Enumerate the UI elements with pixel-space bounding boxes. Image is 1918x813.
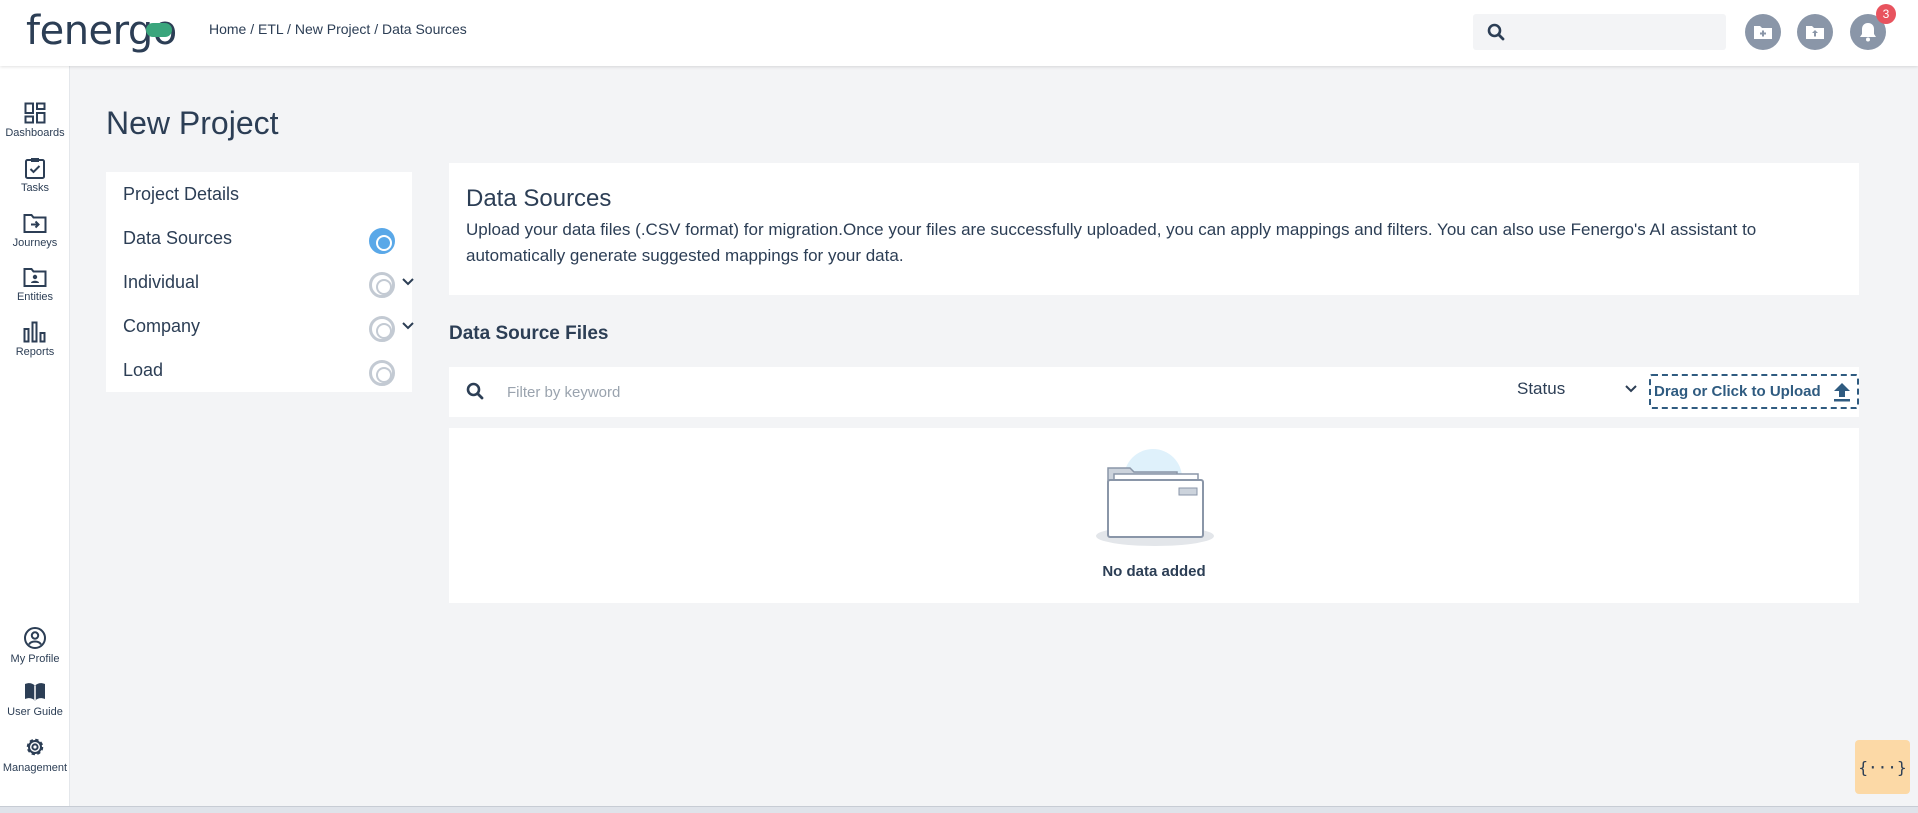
- sidebar-item-user-guide[interactable]: User Guide: [0, 681, 70, 731]
- sidebar-item-label: My Profile: [10, 653, 60, 665]
- keyword-filter-input[interactable]: [507, 380, 1207, 404]
- sidebar-item-tasks[interactable]: Tasks: [0, 157, 70, 207]
- dashboard-icon: [24, 102, 46, 124]
- data-sources-title: Data Sources: [466, 185, 612, 212]
- step-status-active-icon: [369, 228, 395, 254]
- step-status-pending-icon: [369, 316, 395, 342]
- step-project-details[interactable]: Project Details: [123, 184, 403, 208]
- sidebar-item-label: Entities: [16, 291, 54, 303]
- code-view-button[interactable]: {···}: [1855, 740, 1910, 794]
- project-steps-panel: Project Details Data Sources Individual …: [106, 172, 414, 392]
- sidebar-item-label: User Guide: [7, 706, 63, 718]
- sidebar-item-dashboards[interactable]: Dashboards: [0, 102, 70, 152]
- top-header: fenergo Home / ETL / New Project / Data …: [0, 0, 1918, 66]
- step-label: Company: [123, 316, 201, 336]
- sidebar-item-journeys[interactable]: Journeys: [0, 212, 70, 262]
- sidebar-item-label: Tasks: [20, 182, 50, 194]
- data-source-files-title: Data Source Files: [449, 323, 609, 344]
- empty-state-message: No data added: [1102, 563, 1206, 580]
- step-label: Data Sources: [123, 228, 233, 248]
- data-sources-card: Data Sources Upload your data files (.CS…: [449, 163, 1859, 295]
- search-input[interactable]: [1513, 20, 1713, 44]
- breadcrumb[interactable]: Home / ETL / New Project / Data Sources: [209, 21, 467, 37]
- upload-button-label: Drag or Click to Upload: [1654, 383, 1821, 400]
- profile-icon: [24, 627, 46, 649]
- logo-mark-icon: [146, 23, 172, 37]
- step-status-pending-icon: [369, 272, 395, 298]
- step-label: Project Details: [123, 184, 240, 204]
- step-load[interactable]: Load: [123, 360, 403, 386]
- chevron-down-icon[interactable]: [402, 322, 414, 330]
- notification-badge: 3: [1876, 4, 1896, 24]
- step-data-sources[interactable]: Data Sources: [123, 228, 403, 254]
- sidebar-item-reports[interactable]: Reports: [0, 321, 70, 371]
- step-individual[interactable]: Individual: [123, 272, 414, 298]
- sidebar-item-label: Dashboards: [5, 127, 65, 139]
- global-search[interactable]: [1473, 14, 1726, 50]
- folder-upload-icon: [1806, 26, 1824, 39]
- data-sources-description: Upload your data files (.CSV format) for…: [466, 220, 1757, 265]
- sidebar-item-label: Reports: [15, 346, 55, 358]
- empty-folder-illustration: [1096, 449, 1214, 546]
- status-dropdown-label: Status: [1517, 379, 1566, 398]
- sidebar-item-label: Management: [2, 762, 68, 774]
- entities-icon: [23, 268, 47, 287]
- user-guide-icon: [25, 683, 45, 701]
- new-folder-button[interactable]: [1745, 14, 1781, 50]
- chevron-down-icon: [1625, 385, 1637, 393]
- files-filter-bar: Status Drag or Click to Upload: [449, 367, 1859, 417]
- search-icon: [1487, 23, 1505, 41]
- gear-icon: [26, 738, 44, 756]
- step-company[interactable]: Company: [123, 316, 414, 342]
- search-icon: [466, 382, 484, 400]
- page-title: New Project: [106, 105, 279, 141]
- journeys-icon: [23, 214, 47, 233]
- upload-arrow-icon: [1834, 383, 1850, 402]
- chevron-down-icon[interactable]: [402, 278, 414, 286]
- files-empty-state: No data added: [449, 428, 1859, 603]
- bell-icon: [1860, 23, 1876, 42]
- reports-icon: [23, 321, 46, 343]
- status-dropdown[interactable]: Status: [1517, 379, 1637, 405]
- tasks-icon: [25, 158, 45, 179]
- upload-folder-button[interactable]: [1797, 14, 1833, 50]
- step-status-pending-icon: [369, 360, 395, 386]
- folder-add-icon: [1754, 26, 1772, 39]
- sidebar-item-entities[interactable]: Entities: [0, 266, 70, 316]
- step-label: Individual: [123, 272, 200, 292]
- sidebar-item-management[interactable]: Management: [0, 735, 70, 785]
- sidebar-item-label: Journeys: [12, 237, 58, 249]
- sidebar-item-my-profile[interactable]: My Profile: [0, 626, 70, 676]
- bottom-strip: [0, 806, 1918, 813]
- upload-button[interactable]: Drag or Click to Upload: [1649, 374, 1859, 409]
- left-sidebar: Dashboards Tasks Journeys Entities Repor…: [0, 66, 70, 806]
- step-label: Load: [123, 360, 164, 380]
